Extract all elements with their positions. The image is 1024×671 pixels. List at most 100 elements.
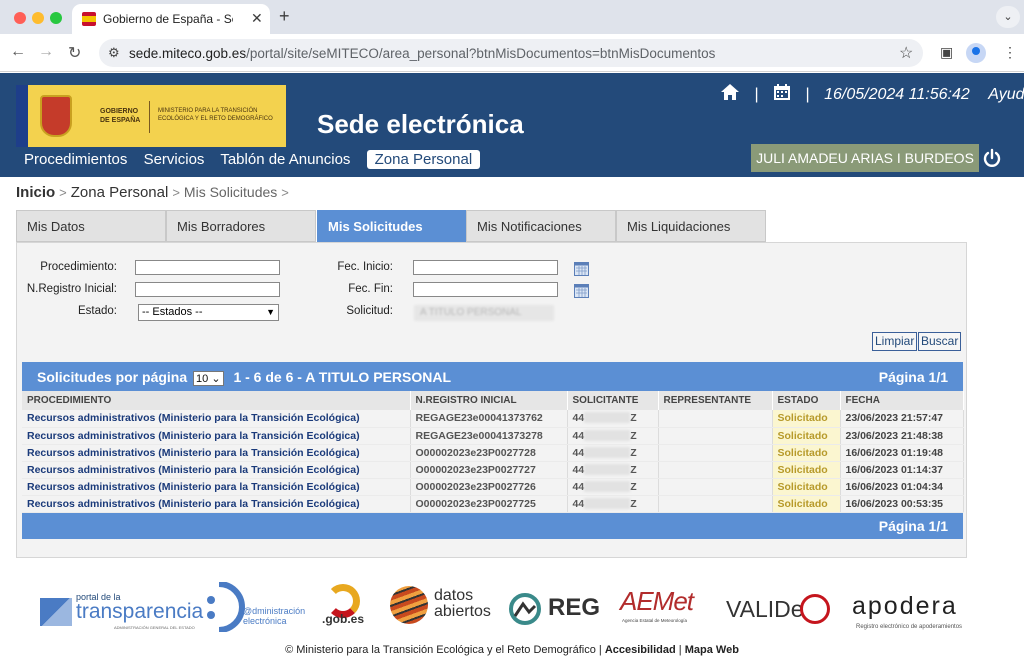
nav-procedimientos[interactable]: Procedimientos bbox=[24, 151, 127, 168]
url-text: sede.miteco.gob.es/portal/site/seMITECO/… bbox=[129, 46, 716, 61]
site-header: GOBIERNO DE ESPAÑA MINISTERIO PARA LA TR… bbox=[0, 73, 1024, 177]
col-fecha[interactable]: FECHA bbox=[840, 391, 964, 410]
site-title: Sede electrónica bbox=[317, 109, 524, 139]
fec-inicio-label: Fec. Inicio: bbox=[337, 261, 393, 273]
cell-representante bbox=[658, 427, 773, 445]
logout-power-icon[interactable] bbox=[982, 148, 1002, 168]
col-representante[interactable]: REPRESENTANTE bbox=[658, 391, 773, 410]
cell-solicitante: 44 Z bbox=[567, 478, 659, 496]
minimize-window-button[interactable] bbox=[32, 12, 44, 24]
fec-fin-input[interactable] bbox=[413, 282, 558, 297]
nav-servicios[interactable]: Servicios bbox=[144, 151, 205, 168]
cell-estado: Solicitado bbox=[772, 444, 841, 462]
cell-representante bbox=[658, 410, 773, 428]
footer-logos: portal de la transparencia ADMINISTRACIÓ… bbox=[0, 578, 1024, 638]
col-nregistro[interactable]: N.REGISTRO INICIAL bbox=[410, 391, 568, 410]
nregistro-label: N.Registro Inicial: bbox=[26, 283, 117, 295]
breadcrumb-home[interactable]: Inicio bbox=[16, 184, 55, 201]
transparencia-logo[interactable]: portal de la transparencia ADMINISTRACIÓ… bbox=[40, 592, 204, 632]
datos-abiertos-logo[interactable]: datos abiertos bbox=[390, 584, 500, 628]
new-tab-button[interactable]: + bbox=[279, 6, 290, 27]
estado-label: Estado: bbox=[78, 305, 117, 317]
col-solicitante[interactable]: SOLICITANTE bbox=[567, 391, 659, 410]
col-estado[interactable]: ESTADO bbox=[772, 391, 841, 410]
nav-zona-personal[interactable]: Zona Personal bbox=[366, 150, 481, 169]
procedimiento-input[interactable] bbox=[135, 260, 280, 275]
apodera-logo[interactable]: apodera Registro electrónico de apoderam… bbox=[852, 592, 987, 632]
tab-mis-liquidaciones[interactable]: Mis Liquidaciones bbox=[616, 210, 766, 242]
bookmark-star-icon[interactable]: ☆ bbox=[899, 43, 913, 63]
tab-mis-solicitudes[interactable]: Mis Solicitudes bbox=[317, 210, 467, 242]
accesibilidad-link[interactable]: Accesibilidad bbox=[605, 644, 676, 656]
home-icon[interactable] bbox=[720, 83, 740, 101]
page-indicator-top: Página 1/1 bbox=[878, 369, 948, 385]
redacted-mask bbox=[584, 497, 631, 509]
back-icon[interactable]: ← bbox=[10, 43, 26, 61]
browser-tab[interactable]: Gobierno de España - Sede E ✕ bbox=[72, 4, 270, 34]
table-header-row: PROCEDIMIENTO N.REGISTRO INICIAL SOLICIT… bbox=[22, 391, 964, 410]
menu-kebab-icon[interactable]: ⋮ bbox=[1003, 44, 1017, 61]
cell-representante bbox=[658, 495, 773, 513]
cell-procedimiento[interactable]: Recursos administrativos (Ministerio par… bbox=[22, 478, 411, 496]
limpiar-button[interactable]: Limpiar bbox=[872, 332, 918, 351]
reg-logo[interactable]: REG bbox=[508, 592, 600, 628]
solicitudes-table: PROCEDIMIENTO N.REGISTRO INICIAL SOLICIT… bbox=[22, 391, 964, 513]
cell-estado: Solicitado bbox=[772, 427, 841, 445]
cell-procedimiento[interactable]: Recursos administrativos (Ministerio par… bbox=[22, 495, 411, 513]
buscar-button[interactable]: Buscar bbox=[918, 332, 962, 351]
calendar-icon[interactable] bbox=[773, 83, 791, 101]
nav-tablon-anuncios[interactable]: Tablón de Anuncios bbox=[220, 151, 350, 168]
admin-electronica-logo[interactable]: @dministración electrónica bbox=[205, 582, 310, 632]
table-row[interactable]: Recursos administrativos (Ministerio par… bbox=[22, 444, 964, 462]
cell-procedimiento[interactable]: Recursos administrativos (Ministerio par… bbox=[22, 461, 411, 479]
cell-nregistro: REGAGE23e00041373278 bbox=[410, 427, 568, 445]
tab-mis-borradores[interactable]: Mis Borradores bbox=[166, 210, 316, 242]
fec-inicio-input[interactable] bbox=[413, 260, 558, 275]
forward-icon[interactable]: → bbox=[38, 43, 54, 61]
fec-inicio-calendar-icon[interactable] bbox=[574, 262, 589, 276]
address-bar[interactable]: ⚙ sede.miteco.gob.es/portal/site/seMITEC… bbox=[99, 39, 923, 67]
maximize-window-button[interactable] bbox=[50, 12, 62, 24]
cell-procedimiento[interactable]: Recursos administrativos (Ministerio par… bbox=[22, 427, 411, 445]
table-row[interactable]: Recursos administrativos (Ministerio par… bbox=[22, 495, 964, 513]
solicitud-select[interactable]: A TITULO PERSONAL bbox=[414, 305, 554, 321]
profile-avatar-icon[interactable] bbox=[966, 43, 986, 63]
solicitudes-panel: Procedimiento: N.Registro Inicial: Estad… bbox=[16, 242, 967, 558]
cell-representante bbox=[658, 444, 773, 462]
col-procedimiento[interactable]: PROCEDIMIENTO bbox=[22, 391, 411, 410]
redacted-mask bbox=[584, 429, 631, 441]
cell-nregistro: O00002023e23P0027725 bbox=[410, 495, 568, 513]
close-window-button[interactable] bbox=[14, 12, 26, 24]
table-row[interactable]: Recursos administrativos (Ministerio par… bbox=[22, 427, 964, 445]
reload-icon[interactable]: ↻ bbox=[68, 43, 81, 63]
table-row[interactable]: Recursos administrativos (Ministerio par… bbox=[22, 461, 964, 479]
procedimiento-label: Procedimiento: bbox=[40, 261, 117, 273]
cell-procedimiento[interactable]: Recursos administrativos (Ministerio par… bbox=[22, 444, 411, 462]
fec-fin-calendar-icon[interactable] bbox=[574, 284, 589, 298]
cell-procedimiento[interactable]: Recursos administrativos (Ministerio par… bbox=[22, 410, 411, 428]
logo-divider bbox=[149, 101, 150, 133]
gob-es-logo[interactable]: .gob.es bbox=[316, 584, 378, 628]
table-row[interactable]: Recursos administrativos (Ministerio par… bbox=[22, 410, 964, 428]
gobierno-logo[interactable]: GOBIERNO DE ESPAÑA MINISTERIO PARA LA TR… bbox=[16, 85, 286, 147]
close-tab-icon[interactable]: ✕ bbox=[251, 10, 263, 27]
fec-fin-label: Fec. Fin: bbox=[348, 283, 393, 295]
mapa-web-link[interactable]: Mapa Web bbox=[685, 644, 739, 656]
aemet-logo[interactable]: AEMet Agencia Estatal de Meteorología bbox=[618, 584, 708, 630]
nregistro-input[interactable] bbox=[135, 282, 280, 297]
transparencia-text: transparencia bbox=[76, 600, 204, 623]
reg-text: REG bbox=[548, 594, 601, 621]
help-link[interactable]: Ayuda bbox=[988, 86, 1024, 103]
site-settings-icon[interactable]: ⚙ bbox=[108, 45, 120, 61]
redacted-mask bbox=[584, 446, 631, 458]
estado-select[interactable]: -- Estados -- ▼ bbox=[138, 304, 279, 321]
redacted-mask bbox=[584, 463, 631, 475]
side-panel-icon[interactable]: ▣ bbox=[940, 44, 953, 61]
valide-logo[interactable]: VALIDe bbox=[726, 592, 836, 628]
tab-search-button[interactable]: ⌄ bbox=[996, 6, 1020, 28]
tab-mis-datos[interactable]: Mis Datos bbox=[16, 210, 166, 242]
breadcrumb-zona-personal[interactable]: Zona Personal bbox=[71, 184, 169, 201]
table-row[interactable]: Recursos administrativos (Ministerio par… bbox=[22, 478, 964, 496]
tab-mis-notificaciones[interactable]: Mis Notificaciones bbox=[466, 210, 616, 242]
per-page-select[interactable]: 10 ⌄ bbox=[193, 371, 224, 386]
